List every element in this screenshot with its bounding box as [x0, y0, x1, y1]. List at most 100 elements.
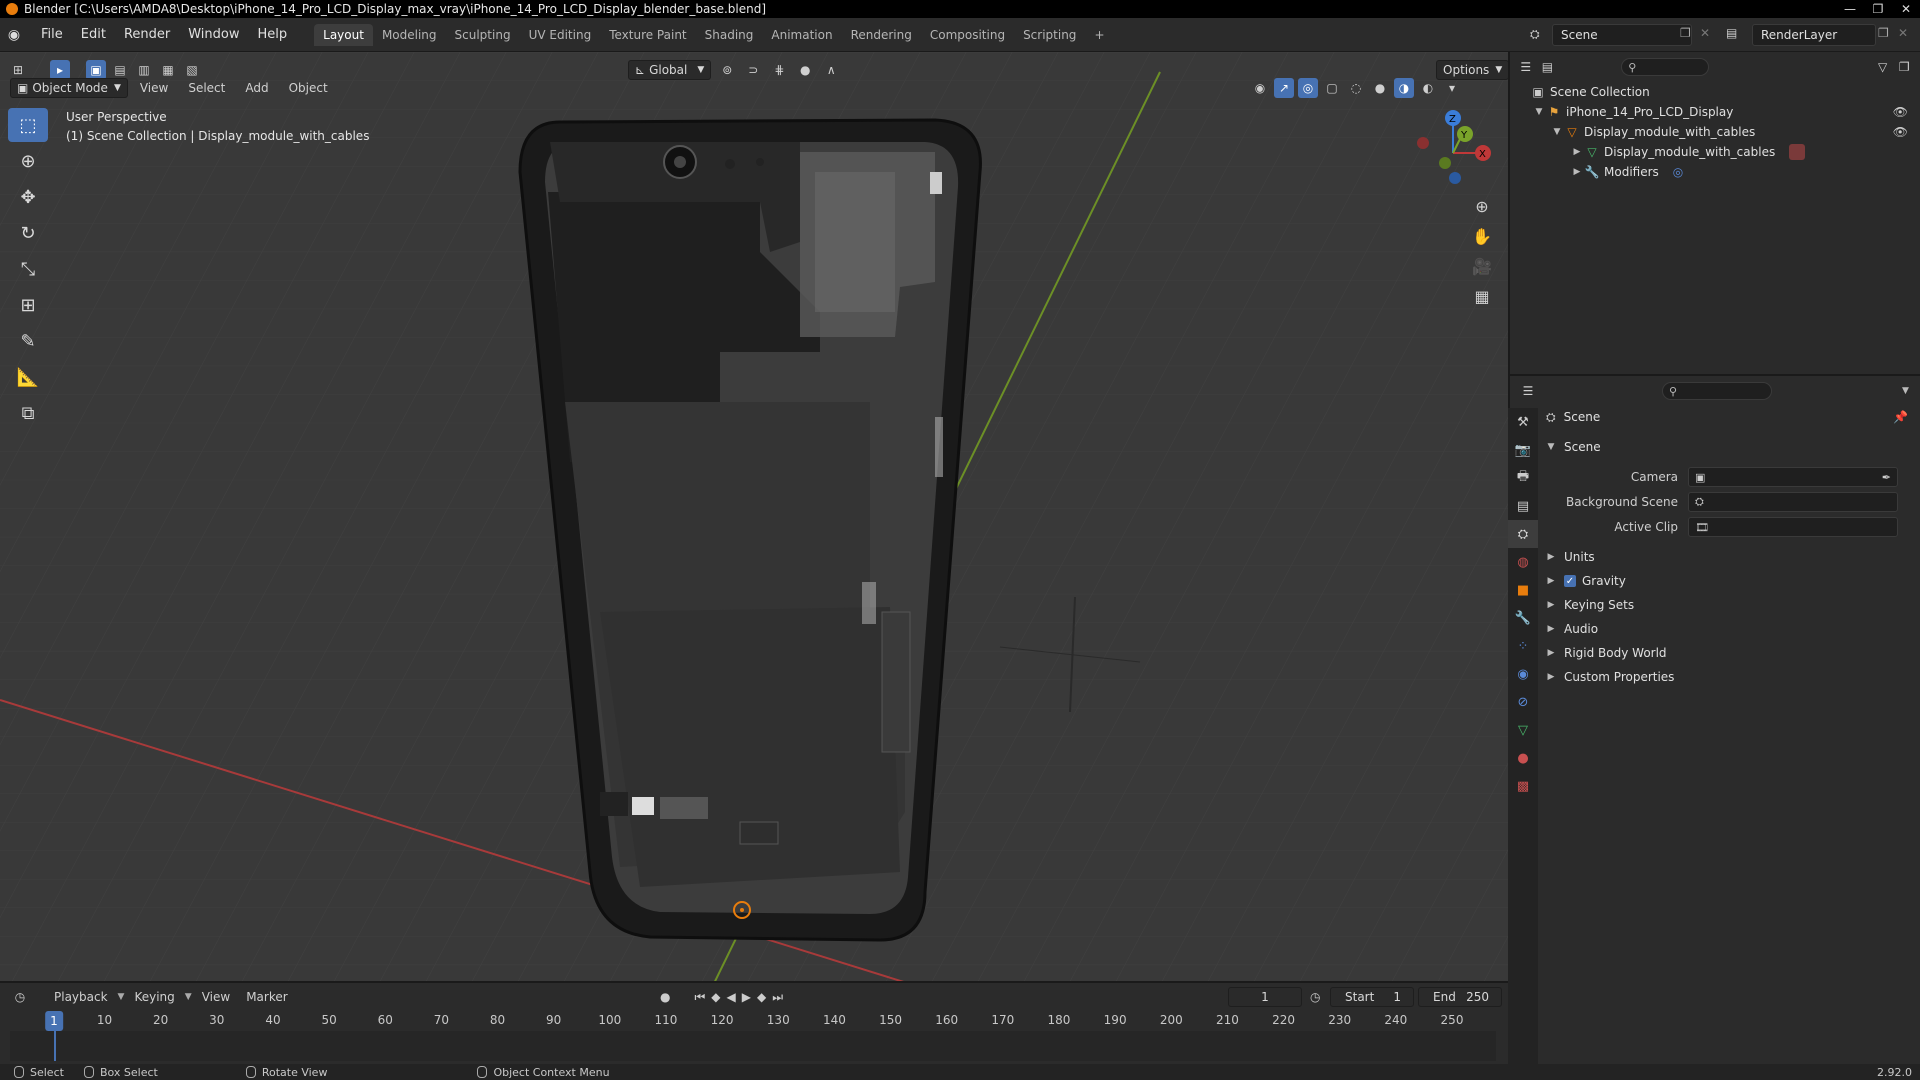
tab-compositing[interactable]: Compositing — [921, 24, 1014, 46]
timeline-ruler[interactable]: 1 10 20 30 40 50 60 70 80 90 100 110 120 130 140 150 160… — [10, 1011, 1496, 1031]
mode-dropdown[interactable]: ▣ Object Mode ▼ — [10, 78, 128, 98]
tab-modeling[interactable]: Modeling — [373, 24, 446, 46]
timeline-menu-playback[interactable]: Playback — [48, 990, 114, 1004]
expand-icon[interactable]: ▶ — [1570, 167, 1584, 177]
outliner-search-input[interactable]: ⚲ — [1621, 58, 1709, 76]
blender-menu-icon[interactable]: ◉ — [0, 27, 28, 43]
physics-tab-icon[interactable]: ◉ — [1508, 660, 1538, 688]
eyedropper-icon[interactable]: ✒ — [1882, 471, 1891, 484]
tab-scripting[interactable]: Scripting — [1014, 24, 1085, 46]
audio-section[interactable]: ▶ Audio — [1540, 618, 1916, 640]
visibility-icon[interactable]: ◉ — [1250, 78, 1270, 98]
mode-new-icon[interactable]: ▣ — [86, 60, 106, 80]
jump-keyframe-forward-icon[interactable]: ◆ — [757, 990, 766, 1004]
tab-uv-editing[interactable]: UV Editing — [520, 24, 601, 46]
mode-extend-icon[interactable]: ▤ — [110, 60, 130, 80]
camera-field[interactable]: ▣ ✒ — [1688, 467, 1898, 487]
outliner-item-modifiers[interactable]: ▶ 🔧 Modifiers ◎ — [1510, 162, 1920, 182]
filter-icon[interactable]: ▽ — [1875, 57, 1891, 77]
eye-icon[interactable]: 👁 — [1893, 125, 1908, 139]
expand-icon[interactable]: ▶ — [1570, 147, 1584, 157]
zoom-icon[interactable]: ⊕ — [1468, 192, 1496, 220]
tab-rendering[interactable]: Rendering — [842, 24, 921, 46]
scene-selector[interactable]: Scene — [1552, 24, 1692, 46]
viewport-menu-view[interactable]: View — [132, 81, 176, 95]
mode-invert-icon[interactable]: ▦ — [158, 60, 178, 80]
falloff-icon[interactable]: ∧ — [821, 60, 841, 80]
tab-texture-paint[interactable]: Texture Paint — [600, 24, 695, 46]
background-scene-field[interactable]: ⛭ — [1688, 492, 1898, 512]
proportional-edit-icon[interactable]: ● — [795, 60, 815, 80]
gravity-checkbox[interactable]: ✓ — [1564, 575, 1576, 587]
rotate-icon[interactable]: ↻ — [8, 216, 48, 250]
display-mode-icon[interactable]: ▤ — [1540, 57, 1556, 77]
snap-icon[interactable]: ⊃ — [743, 60, 763, 80]
measure-icon[interactable]: 📐 — [8, 360, 48, 394]
gravity-section[interactable]: ▶ ✓ Gravity — [1540, 570, 1916, 592]
xray-icon[interactable]: ▢ — [1322, 78, 1342, 98]
end-frame-field[interactable]: End 250 — [1418, 987, 1502, 1007]
options-dropdown[interactable]: Options ▼ — [1436, 60, 1510, 80]
editor-type-icon[interactable]: ⊞ — [8, 60, 28, 80]
scene-tab-icon[interactable]: ⛭ — [1508, 520, 1538, 548]
tab-animation[interactable]: Animation — [762, 24, 841, 46]
select-box-icon[interactable]: ⬚ — [8, 108, 48, 142]
snap-increment-icon[interactable]: ⋕ — [769, 60, 789, 80]
menu-window[interactable]: Window — [179, 27, 248, 42]
outliner-item-mesh[interactable]: ▶ ▽ Display_module_with_cables — [1510, 142, 1920, 162]
pivot-point-icon[interactable]: ⊚ — [717, 60, 737, 80]
add-workspace-button[interactable]: + — [1085, 24, 1113, 46]
transform-icon[interactable]: ⊞ — [8, 288, 48, 322]
scale-icon[interactable]: ⤡ — [8, 252, 48, 286]
data-tab-icon[interactable]: ▽ — [1508, 716, 1538, 744]
world-tab-icon[interactable]: ◍ — [1508, 548, 1538, 576]
select-tool-icon[interactable]: ▸ — [50, 60, 70, 80]
play-reverse-icon[interactable]: ◀ — [727, 990, 736, 1004]
menu-edit[interactable]: Edit — [72, 27, 115, 42]
viewport-menu-select[interactable]: Select — [180, 81, 233, 95]
jump-start-icon[interactable]: ⏮ — [694, 990, 705, 1005]
tab-sculpting[interactable]: Sculpting — [446, 24, 520, 46]
material-icon[interactable] — [1789, 144, 1806, 160]
properties-editor-icon[interactable]: ☰ — [1518, 381, 1538, 401]
delete-scene-icon[interactable]: ✕ — [1700, 26, 1710, 40]
eye-icon[interactable]: 👁 — [1893, 105, 1908, 119]
outliner-editor-icon[interactable]: ☰ — [1518, 57, 1534, 77]
delete-view-layer-icon[interactable]: ✕ — [1898, 26, 1908, 40]
wireframe-shading-icon[interactable]: ◌ — [1346, 78, 1366, 98]
tab-layout[interactable]: Layout — [314, 23, 373, 46]
new-collection-icon[interactable]: ❐ — [1896, 57, 1912, 77]
scene-panel-header[interactable]: ▼ Scene — [1540, 436, 1916, 458]
auto-keying-icon[interactable]: ● — [660, 990, 670, 1004]
transform-orientation-dropdown[interactable]: ⊾ Global ▼ — [628, 60, 712, 80]
clock-icon[interactable]: ◷ — [1310, 990, 1320, 1004]
outliner-item-collection[interactable]: ▼ ⚑ iPhone_14_Pro_LCD_Display 👁 — [1510, 102, 1920, 122]
output-tab-icon[interactable]: 🖶 — [1508, 464, 1538, 492]
pan-hand-icon[interactable]: ✋ — [1468, 222, 1496, 250]
timeline-menu-view[interactable]: View — [196, 990, 236, 1004]
minimize-button[interactable]: — — [1836, 0, 1864, 18]
render-tab-icon[interactable]: 📷 — [1508, 436, 1538, 464]
solid-shading-icon[interactable]: ● — [1370, 78, 1390, 98]
timeline-editor-icon[interactable]: ◷ — [10, 987, 30, 1007]
rendered-shading-icon[interactable]: ◐ — [1418, 78, 1438, 98]
material-tab-icon[interactable]: ● — [1508, 744, 1538, 772]
mode-intersect-icon[interactable]: ▧ — [182, 60, 202, 80]
material-shading-icon[interactable]: ◑ — [1394, 78, 1414, 98]
pin-icon[interactable]: 📌 — [1893, 410, 1908, 424]
active-clip-field[interactable]: 🎞 — [1688, 517, 1898, 537]
navigation-gizmo[interactable]: Z X Y — [1408, 108, 1498, 188]
modifier-tab-icon[interactable]: 🔧 — [1508, 604, 1538, 632]
modifier-icon[interactable]: ◎ — [1673, 165, 1683, 179]
view-layer-tab-icon[interactable]: ▤ — [1508, 492, 1538, 520]
move-icon[interactable]: ✥ — [8, 180, 48, 214]
shading-options-icon[interactable]: ▾ — [1442, 78, 1462, 98]
camera-view-icon[interactable]: 🎥 — [1468, 252, 1496, 280]
start-frame-field[interactable]: Start 1 — [1330, 987, 1414, 1007]
tool-tab-icon[interactable]: ⚒ — [1508, 408, 1538, 436]
units-section[interactable]: ▶ Units — [1540, 546, 1916, 568]
keying-sets-section[interactable]: ▶ Keying Sets — [1540, 594, 1916, 616]
jump-end-icon[interactable]: ⏭ — [772, 990, 783, 1005]
current-frame-marker[interactable]: 1 — [45, 1011, 63, 1031]
tab-shading[interactable]: Shading — [696, 24, 763, 46]
